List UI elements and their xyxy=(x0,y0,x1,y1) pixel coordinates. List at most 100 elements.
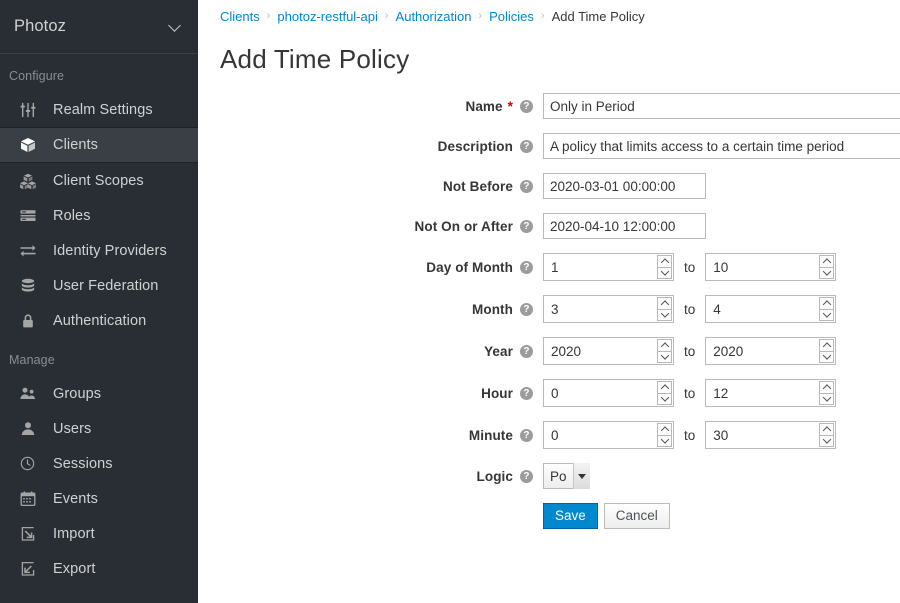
not-on-or-after-input[interactable] xyxy=(543,213,706,239)
minute-to-input[interactable] xyxy=(705,421,836,449)
stepper-buttons xyxy=(657,255,672,279)
label-description: Description? xyxy=(198,139,543,154)
sidebar-item-events[interactable]: Events xyxy=(0,481,198,516)
breadcrumb-item-authorization[interactable]: Authorization xyxy=(396,9,472,24)
sidebar-item-import[interactable]: Import xyxy=(0,516,198,551)
save-button[interactable]: Save xyxy=(543,503,598,529)
help-icon[interactable]: ? xyxy=(520,387,533,400)
sidebar-item-realm-settings[interactable]: Realm Settings xyxy=(0,92,198,127)
sidebar-item-user-federation[interactable]: User Federation xyxy=(0,268,198,303)
realm-selector[interactable]: Photoz xyxy=(0,0,198,54)
realm-name: Photoz xyxy=(14,17,169,36)
sidebar-item-client-scopes[interactable]: Client Scopes xyxy=(0,163,198,198)
stepper-down-icon[interactable] xyxy=(657,309,672,322)
label-logic: Logic? xyxy=(198,469,543,484)
sidebar-item-groups[interactable]: Groups xyxy=(0,376,198,411)
sidebar-item-label: Import xyxy=(53,526,95,542)
stepper-down-icon[interactable] xyxy=(819,435,834,448)
stepper-down-icon[interactable] xyxy=(657,393,672,406)
sidebar-item-label: Groups xyxy=(53,386,101,402)
stepper-up-icon[interactable] xyxy=(657,381,672,393)
not-before-input[interactable] xyxy=(543,173,706,199)
help-icon[interactable]: ? xyxy=(520,100,533,113)
stepper-up-icon[interactable] xyxy=(819,297,834,309)
sidebar-item-users[interactable]: Users xyxy=(0,411,198,446)
label-day-of-month: Day of Month? xyxy=(198,260,543,275)
hour-from-input[interactable] xyxy=(543,379,674,407)
stepper-down-icon[interactable] xyxy=(657,351,672,364)
sidebar-item-export[interactable]: Export xyxy=(0,551,198,586)
form-row-description: Description? xyxy=(198,133,900,159)
label-not-before-text: Not Before xyxy=(443,179,513,194)
main-content: Clients › photoz-restful-api › Authoriza… xyxy=(198,0,900,603)
field-group-year: to xyxy=(543,337,836,365)
stepper-up-icon[interactable] xyxy=(657,423,672,435)
sidebar-item-identity-providers[interactable]: Identity Providers xyxy=(0,233,198,268)
breadcrumb-item-policies[interactable]: Policies xyxy=(489,9,534,24)
day-of-month-to-input[interactable] xyxy=(705,253,836,281)
breadcrumb-separator: › xyxy=(267,10,271,22)
month-to-input[interactable] xyxy=(705,295,836,323)
help-icon[interactable]: ? xyxy=(520,345,533,358)
label-month: Month? xyxy=(198,302,543,317)
stepper-up-icon[interactable] xyxy=(819,255,834,267)
stepper-down-icon[interactable] xyxy=(657,267,672,280)
label-year-text: Year xyxy=(484,344,513,359)
help-icon[interactable]: ? xyxy=(520,261,533,274)
help-icon[interactable]: ? xyxy=(520,180,533,193)
day-of-month-from-input[interactable] xyxy=(543,253,674,281)
stepper-buttons xyxy=(819,423,834,447)
sidebar-item-label: Users xyxy=(53,421,91,437)
hour-to-input[interactable] xyxy=(705,379,836,407)
month-from-input[interactable] xyxy=(543,295,674,323)
year-to-input[interactable] xyxy=(705,337,836,365)
stepper-up-icon[interactable] xyxy=(657,297,672,309)
sidebar-group-manage: Manage Groups Users xyxy=(0,338,198,586)
breadcrumb-item-photoz-restful-api[interactable]: photoz-restful-api xyxy=(277,9,377,24)
sidebar: Photoz Configure Realm Settings xyxy=(0,0,198,603)
description-input[interactable] xyxy=(543,133,900,159)
cubes-icon xyxy=(20,173,42,189)
field-group-day-of-month: to xyxy=(543,253,836,281)
logic-select[interactable]: Po Ne xyxy=(543,463,590,489)
sidebar-item-clients[interactable]: Clients xyxy=(0,127,198,163)
sidebar-item-roles[interactable]: Roles xyxy=(0,198,198,233)
stepper-buttons xyxy=(819,297,834,321)
sidebar-item-label: Clients xyxy=(53,137,98,153)
label-hour: Hour? xyxy=(198,386,543,401)
sidebar-item-authentication[interactable]: Authentication xyxy=(0,303,198,338)
label-name-text: Name xyxy=(465,99,502,114)
stepper-down-icon[interactable] xyxy=(819,309,834,322)
stepper-down-icon[interactable] xyxy=(657,435,672,448)
help-icon[interactable]: ? xyxy=(520,429,533,442)
breadcrumb-item-clients[interactable]: Clients xyxy=(220,9,260,24)
label-not-on-or-after-text: Not On or After xyxy=(415,219,514,234)
help-icon[interactable]: ? xyxy=(520,470,533,483)
minute-from-stepper xyxy=(543,421,674,449)
form-row-hour: Hour? to xyxy=(198,379,900,407)
name-input[interactable] xyxy=(543,93,900,119)
stepper-up-icon[interactable] xyxy=(819,381,834,393)
minute-from-input[interactable] xyxy=(543,421,674,449)
help-icon[interactable]: ? xyxy=(520,140,533,153)
calendar-icon xyxy=(20,491,42,507)
month-from-stepper xyxy=(543,295,674,323)
stepper-down-icon[interactable] xyxy=(819,393,834,406)
label-minute: Minute? xyxy=(198,428,543,443)
cancel-button[interactable]: Cancel xyxy=(604,503,670,529)
sidebar-group-title-configure: Configure xyxy=(0,54,198,92)
stepper-buttons xyxy=(819,381,834,405)
sidebar-item-label: Authentication xyxy=(53,313,146,329)
help-icon[interactable]: ? xyxy=(520,303,533,316)
stepper-up-icon[interactable] xyxy=(657,255,672,267)
help-icon[interactable]: ? xyxy=(520,220,533,233)
year-from-input[interactable] xyxy=(543,337,674,365)
stepper-up-icon[interactable] xyxy=(819,423,834,435)
stepper-up-icon[interactable] xyxy=(819,339,834,351)
stepper-up-icon[interactable] xyxy=(657,339,672,351)
stepper-down-icon[interactable] xyxy=(819,351,834,364)
sidebar-item-sessions[interactable]: Sessions xyxy=(0,446,198,481)
stepper-down-icon[interactable] xyxy=(819,267,834,280)
field-group-hour: to xyxy=(543,379,836,407)
minute-to-stepper xyxy=(705,421,836,449)
